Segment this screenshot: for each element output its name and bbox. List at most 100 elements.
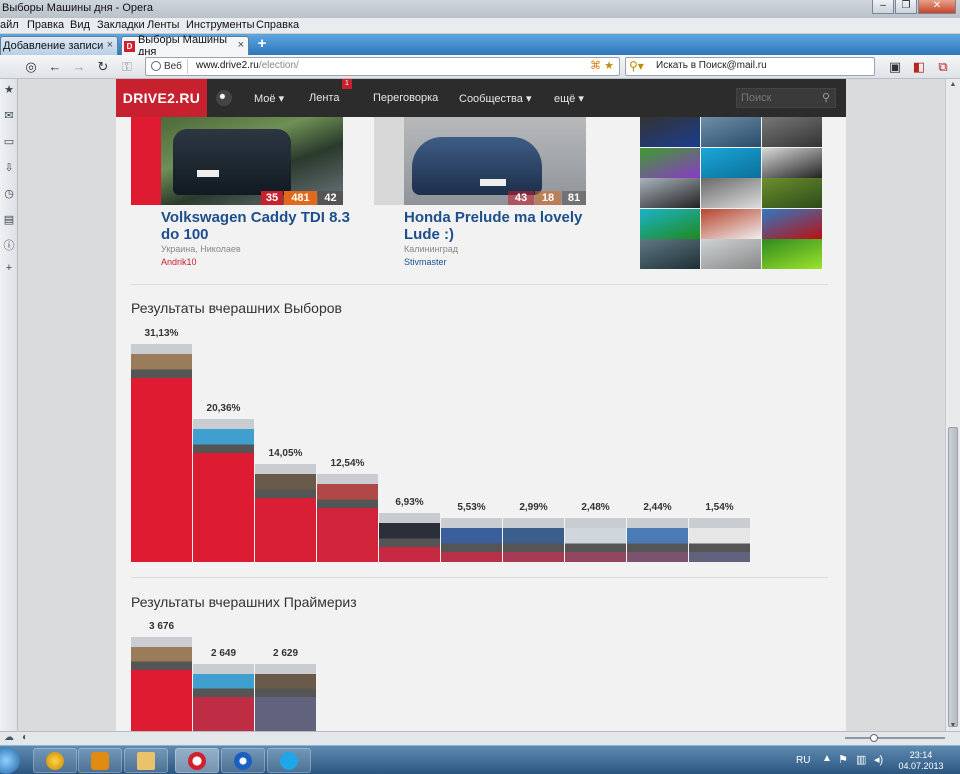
menu-tools[interactable]: Инструменты (186, 19, 255, 31)
tab-close-icon[interactable]: × (107, 39, 113, 51)
nav-communities[interactable]: Сообщества ▾ (459, 92, 532, 105)
chat-icon[interactable]: ▭ (2, 135, 16, 149)
menu-edit[interactable]: Правка (27, 19, 64, 31)
history-clock-icon[interactable]: ◷ (2, 187, 16, 201)
start-button[interactable] (0, 747, 20, 774)
address-bar[interactable]: Веб www.drive2.ru/election/ ⌘ ★ (145, 57, 620, 76)
taskbar-explorer[interactable] (124, 748, 168, 773)
car-thumbnail[interactable] (762, 117, 822, 147)
avatar[interactable] (216, 90, 232, 106)
car-thumbnail[interactable] (640, 117, 700, 147)
volume-icon[interactable]: ◂) (874, 753, 883, 766)
bookmark-star-icon[interactable]: ★ (604, 59, 614, 72)
result-car-thumbnail[interactable] (441, 518, 502, 552)
info-icon[interactable]: ⓘ (2, 239, 16, 253)
cloud-icon[interactable]: ☁ (4, 732, 14, 743)
car-thumbnail[interactable] (701, 208, 761, 239)
result-car-thumbnail[interactable] (689, 518, 750, 552)
opera-speed-dial-icon[interactable]: ◎ (23, 59, 39, 75)
menu-help[interactable]: Справка (256, 19, 299, 31)
menu-bookmarks[interactable]: Закладки (97, 19, 145, 31)
car-owner-link[interactable]: Stivmaster (404, 257, 447, 267)
tab-close-icon[interactable]: × (238, 39, 244, 51)
zoom-slider[interactable] (845, 737, 945, 739)
network-icon[interactable]: ▥ (856, 753, 866, 766)
result-car-thumbnail[interactable] (317, 474, 378, 509)
result-car-thumbnail[interactable] (131, 637, 192, 670)
site-search-input[interactable]: Поиск ⚲ (736, 88, 836, 108)
stat-comments: 42 (318, 191, 343, 205)
turbo-icon[interactable]: ◐ (22, 732, 28, 743)
action-center-flag-icon[interactable]: ⚑ (838, 753, 848, 766)
taskbar-media-player[interactable] (78, 748, 122, 773)
scroll-up-icon[interactable]: ▲ (948, 81, 958, 88)
taskbar-skype[interactable] (267, 748, 311, 773)
back-icon[interactable]: ← (47, 59, 63, 75)
close-icon[interactable]: ✕ (918, 0, 956, 14)
car-thumbnail[interactable] (640, 208, 700, 239)
search-icon[interactable]: ⚲ (822, 91, 830, 104)
mail-icon[interactable]: ✉ (2, 109, 16, 123)
car-thumbnail[interactable] (640, 147, 700, 178)
downloads-panel-icon[interactable]: ⇩ (2, 161, 16, 175)
result-car-thumbnail[interactable] (627, 518, 688, 552)
notes-panel-icon[interactable]: ▤ (2, 213, 16, 227)
tray-arrow-icon[interactable]: ▲ (822, 753, 832, 764)
result-car-thumbnail[interactable] (565, 518, 626, 552)
result-car-thumbnail[interactable] (193, 419, 254, 454)
result-car-thumbnail[interactable] (379, 513, 440, 548)
car-thumbnail[interactable] (701, 117, 761, 147)
system-clock[interactable]: 23:14 04.07.2013 (896, 750, 946, 772)
result-car-thumbnail[interactable] (193, 663, 254, 697)
result-car-thumbnail[interactable] (131, 344, 192, 378)
search-field[interactable]: ⚲▾ Искать в Поиск@mail.ru (625, 57, 875, 76)
minimize-icon[interactable]: – (872, 0, 894, 14)
menu-feeds[interactable]: Ленты (147, 19, 179, 31)
scrollbar-thumb[interactable] (948, 427, 958, 727)
car-thumbnail[interactable] (762, 147, 822, 178)
car-thumbnail[interactable] (701, 178, 761, 208)
result-car-thumbnail[interactable] (255, 664, 316, 698)
tab-elections[interactable]: D Выборы Машины дня × (121, 34, 249, 58)
car-thumbnail[interactable] (701, 239, 761, 269)
car-thumbnail[interactable] (762, 239, 822, 269)
key-icon[interactable]: ⚿ (119, 59, 135, 75)
bookmarks-star-icon[interactable]: ★ (2, 83, 16, 97)
vertical-scrollbar[interactable]: ▲ ▼ (945, 79, 960, 731)
add-panel-icon[interactable]: + (2, 261, 16, 275)
browser-status-bar: ☁ ◐ (0, 731, 960, 745)
reload-icon[interactable]: ↻ (95, 59, 111, 75)
web-mode-badge[interactable]: Веб (148, 59, 188, 74)
taskbar-app-1[interactable] (33, 748, 77, 773)
scroll-down-icon[interactable]: ▼ (948, 722, 958, 729)
car-thumbnail[interactable] (762, 178, 822, 208)
taskbar-opera[interactable] (175, 748, 219, 773)
drive2-logo[interactable]: DRIVE2.RU (116, 79, 207, 117)
car-title-link[interactable]: Honda Prelude ma lovely Lude :) (404, 209, 604, 243)
forward-icon[interactable]: → (71, 59, 87, 75)
menu-view[interactable]: Вид (70, 19, 90, 31)
result-car-thumbnail[interactable] (255, 463, 316, 498)
nav-my[interactable]: Моё ▾ (254, 92, 284, 105)
downloads-icon[interactable]: ⧉ (935, 59, 951, 75)
car-thumbnail[interactable] (762, 208, 822, 239)
car-thumbnail[interactable] (640, 178, 700, 208)
nav-feed[interactable]: Лента (309, 92, 339, 104)
car-owner-link[interactable]: Andrik10 (161, 257, 197, 267)
restore-icon[interactable]: ❐ (895, 0, 917, 14)
tab-add-post[interactable]: Добавление записи × (0, 36, 118, 55)
car-title-link[interactable]: Volkswagen Caddy TDI 8.3 do 100 (161, 209, 351, 243)
language-indicator[interactable]: RU (796, 755, 810, 766)
rss-icon[interactable]: ⌘ (590, 59, 601, 72)
car-thumbnail[interactable] (640, 239, 700, 269)
panel-icon[interactable]: ▣ (887, 59, 903, 75)
zoom-slider-handle[interactable] (870, 734, 878, 742)
taskbar-app-5[interactable] (221, 748, 265, 773)
nav-chat[interactable]: Переговорка (373, 92, 438, 104)
menu-file[interactable]: айл (0, 19, 19, 31)
result-car-thumbnail[interactable] (503, 518, 564, 552)
nav-more[interactable]: ещё ▾ (554, 92, 584, 105)
new-tab-button[interactable]: + (252, 36, 272, 52)
car-thumbnail[interactable] (701, 147, 761, 178)
notes-icon[interactable]: ◧ (911, 59, 927, 75)
